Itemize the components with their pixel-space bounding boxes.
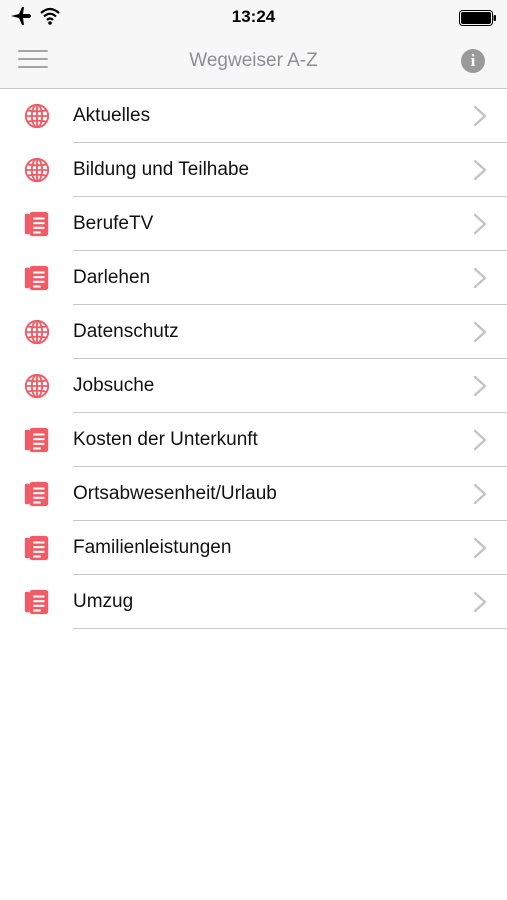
navigation-bar: Wegweiser A-Z i xyxy=(0,34,507,89)
globe-icon xyxy=(22,102,52,130)
list-item-label: Darlehen xyxy=(73,267,151,288)
globe-icon xyxy=(22,372,52,400)
list-item[interactable]: Aktuelles xyxy=(0,89,507,143)
list-item[interactable]: Bildung und Teilhabe xyxy=(0,143,507,197)
list-item[interactable]: Ortsabwesenheit/Urlaub xyxy=(0,467,507,521)
topic-list: Aktuelles Bildung und Teilhabe BerufeTV … xyxy=(0,89,507,629)
list-item-label: BerufeTV xyxy=(73,213,154,234)
chevron-right-icon xyxy=(473,537,487,559)
chevron-right-icon xyxy=(473,429,487,451)
list-item-label: Jobsuche xyxy=(73,375,155,396)
document-icon xyxy=(22,588,52,616)
list-item[interactable]: Umzug xyxy=(0,575,507,629)
list-item[interactable]: BerufeTV xyxy=(0,197,507,251)
document-icon xyxy=(22,480,52,508)
list-item[interactable]: Familienleistungen xyxy=(0,521,507,575)
info-button[interactable]: i xyxy=(461,49,485,73)
list-item[interactable]: Kosten der Unterkunft xyxy=(0,413,507,467)
document-icon xyxy=(22,210,52,238)
battery-icon xyxy=(459,10,496,26)
chevron-right-icon xyxy=(473,591,487,613)
list-item[interactable]: Jobsuche xyxy=(0,359,507,413)
list-item-label: Umzug xyxy=(73,591,134,612)
battery-icon-wrap xyxy=(459,10,497,31)
document-icon xyxy=(22,534,52,562)
chevron-right-icon xyxy=(473,105,487,127)
chevron-right-icon xyxy=(473,267,487,289)
globe-icon xyxy=(22,156,52,184)
status-bar: 13:24 xyxy=(0,0,507,34)
row-divider xyxy=(73,628,507,629)
list-item-label: Aktuelles xyxy=(73,105,151,126)
status-time: 13:24 xyxy=(231,7,276,26)
chevron-right-icon xyxy=(473,159,487,181)
chevron-right-icon xyxy=(473,483,487,505)
list-item[interactable]: Darlehen xyxy=(0,251,507,305)
chevron-right-icon xyxy=(473,321,487,343)
document-icon xyxy=(22,264,52,292)
info-icon: i xyxy=(470,51,476,70)
list-item-label: Datenschutz xyxy=(73,321,179,342)
list-item-label: Familienleistungen xyxy=(73,537,232,558)
list-item[interactable]: Datenschutz xyxy=(0,305,507,359)
list-item-label: Ortsabwesenheit/Urlaub xyxy=(73,483,277,504)
page-title: Wegweiser A-Z xyxy=(189,50,318,71)
document-icon xyxy=(22,426,52,454)
list-item-label: Kosten der Unterkunft xyxy=(73,429,258,450)
list-item-label: Bildung und Teilhabe xyxy=(73,159,250,180)
chevron-right-icon xyxy=(473,375,487,397)
globe-icon xyxy=(22,318,52,346)
chevron-right-icon xyxy=(473,213,487,235)
